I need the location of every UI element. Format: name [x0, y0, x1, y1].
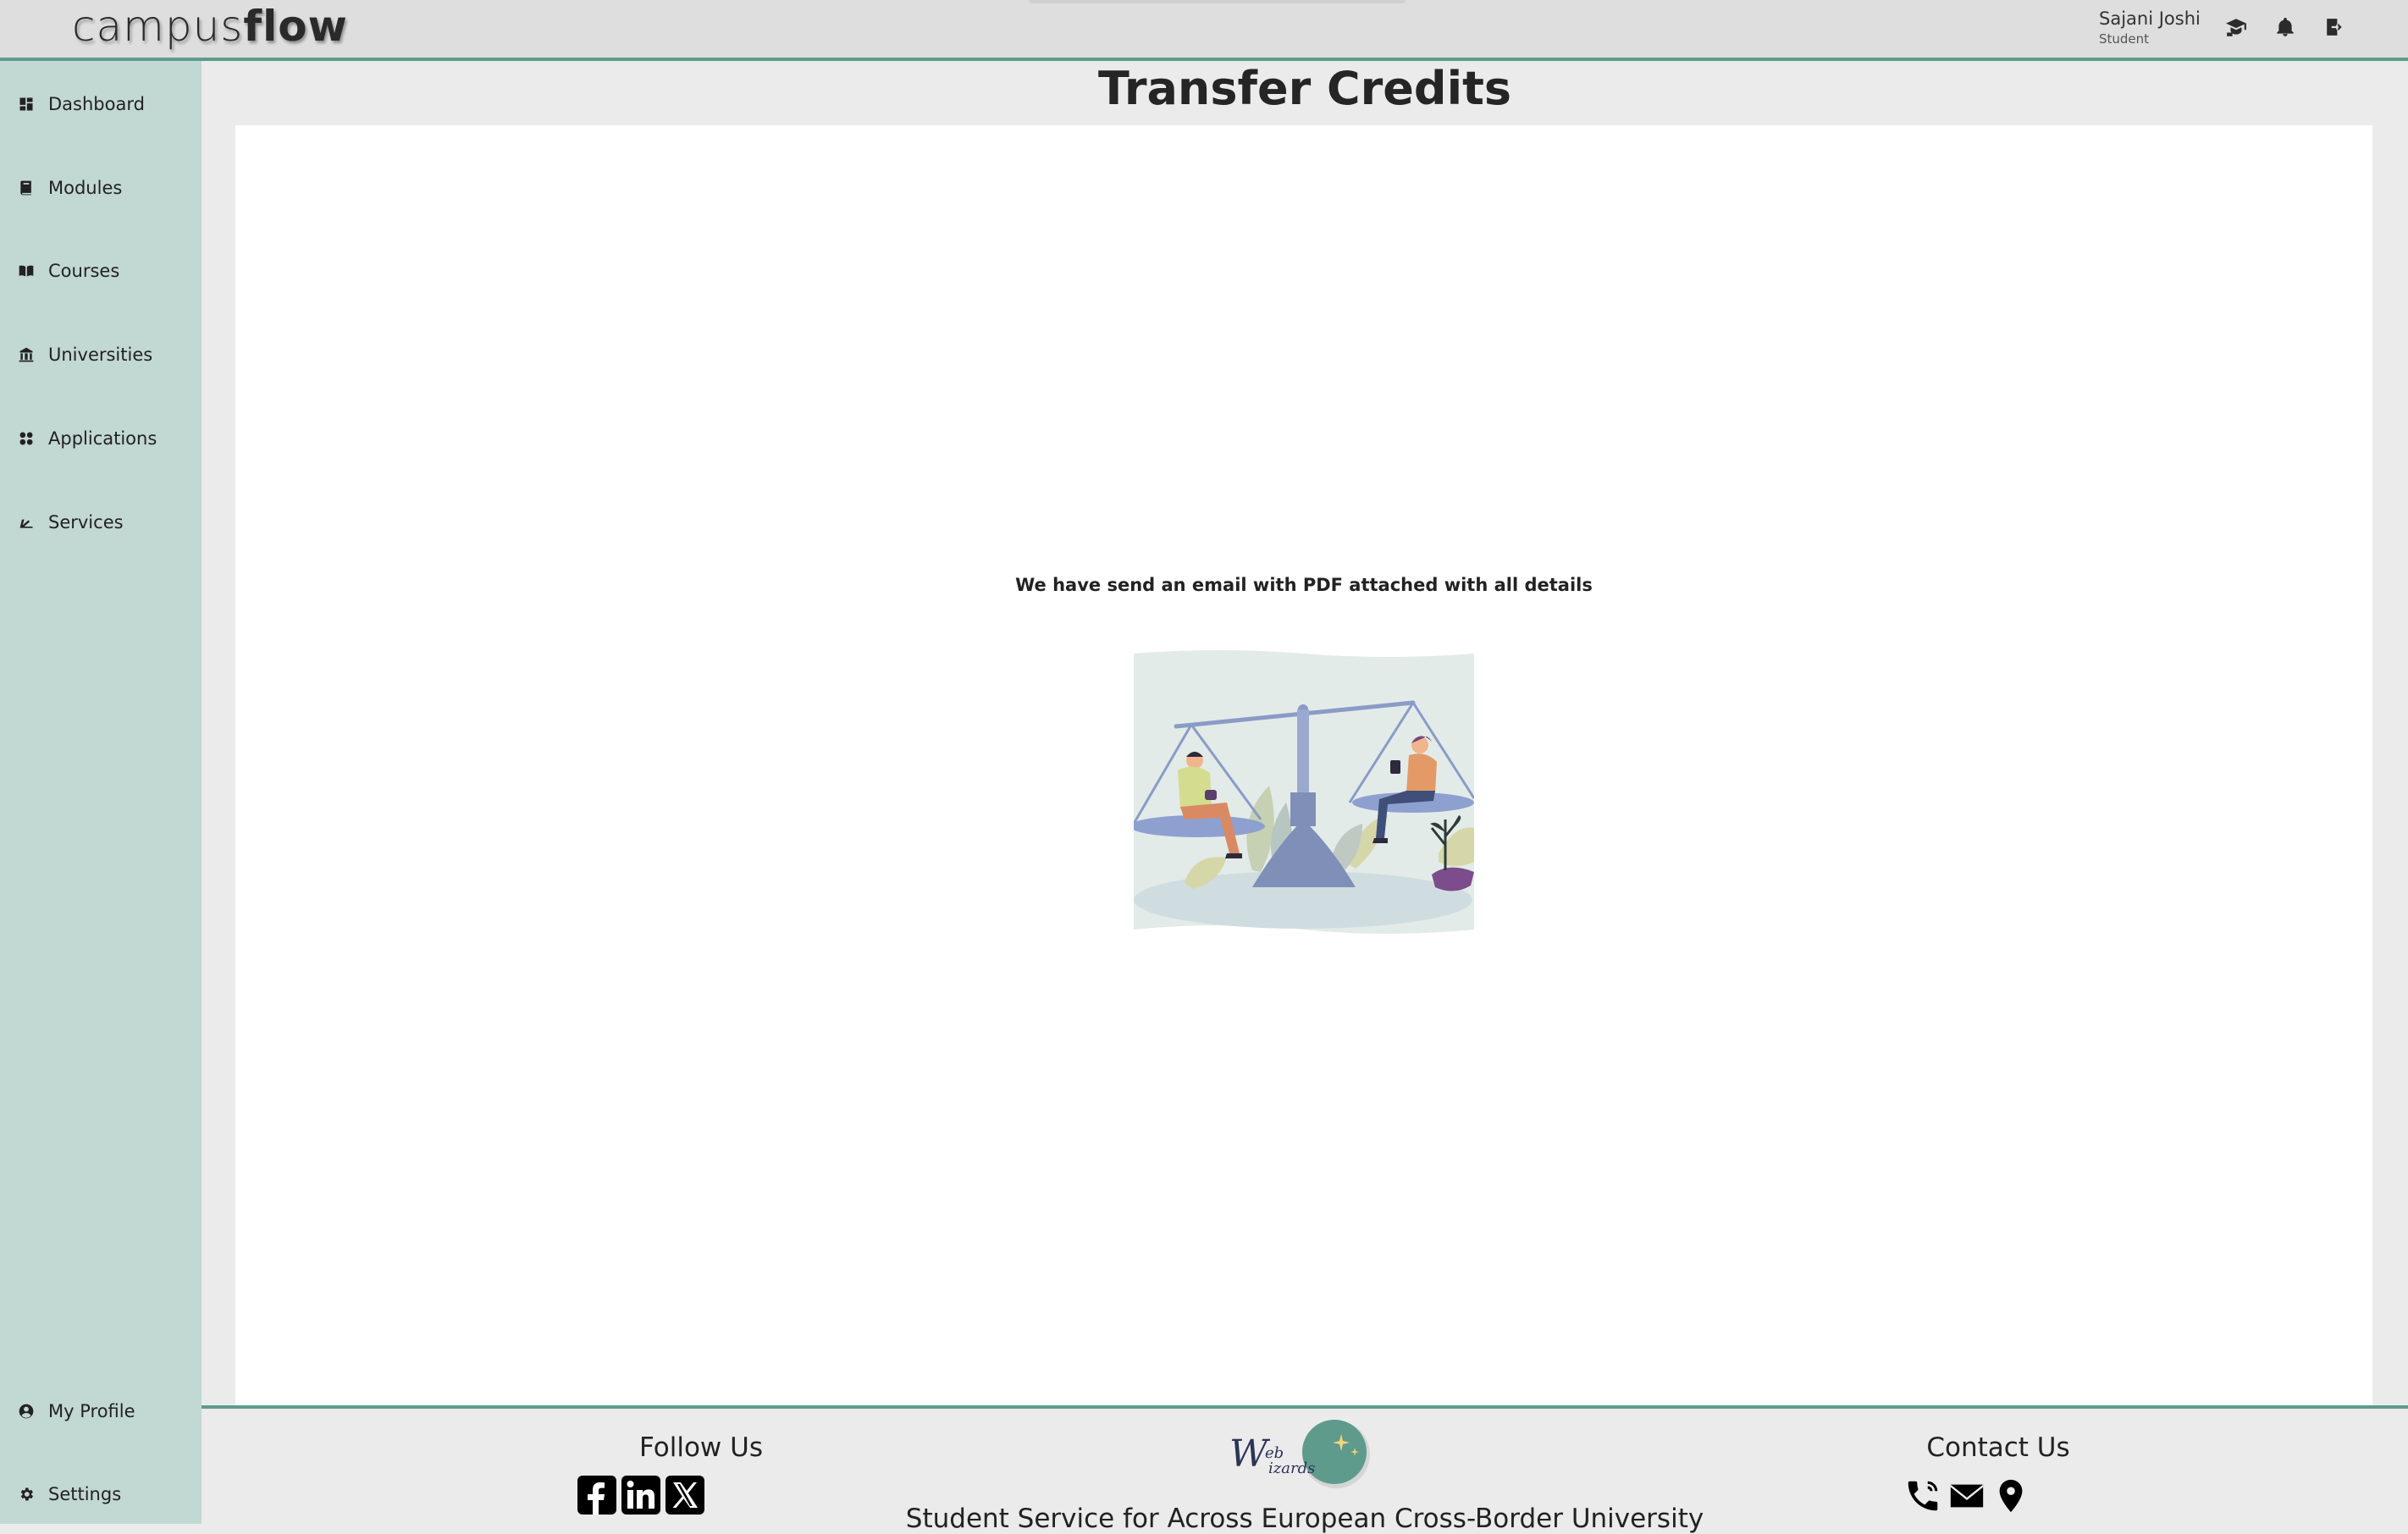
svg-text:izards: izards [1268, 1460, 1315, 1477]
services-icon [17, 513, 36, 532]
sidebar: Dashboard Modules Courses Universities A… [0, 61, 202, 1524]
follow-us-title: Follow Us [639, 1432, 763, 1463]
logo-text-light: campus [72, 2, 244, 51]
sidebar-item-modules[interactable]: Modules [0, 167, 202, 209]
user-circle-icon [17, 1402, 36, 1421]
logo-text-bold: flow [243, 2, 348, 51]
sidebar-item-label: Universities [48, 345, 153, 365]
sidebar-item-settings[interactable]: Settings [0, 1473, 202, 1515]
user-info[interactable]: Sajani Joshi Student [2099, 10, 2201, 46]
user-name: Sajani Joshi [2099, 8, 2201, 29]
logout-icon[interactable] [2322, 15, 2346, 39]
sidebar-item-my-profile[interactable]: My Profile [0, 1390, 202, 1432]
sidebar-item-dashboard[interactable]: Dashboard [0, 83, 202, 125]
phone-icon[interactable] [1903, 1476, 1942, 1515]
mail-icon[interactable] [1947, 1476, 1986, 1515]
web-wizards-logo: W eb izards [1228, 1415, 1372, 1492]
campusflow-logo[interactable]: campusflow [72, 2, 348, 51]
balance-scale-illustration [1134, 650, 1474, 934]
contact-us-title: Contact Us [1926, 1432, 2070, 1463]
sidebar-item-label: Applications [48, 428, 157, 449]
dashboard-icon [17, 95, 36, 113]
footer: Follow Us W eb izards Student Service fo… [202, 1405, 2408, 1534]
sidebar-item-label: My Profile [48, 1401, 135, 1421]
footer-tagline: Student Service for Across European Cros… [905, 1504, 1704, 1534]
gear-icon [17, 1485, 36, 1504]
bell-icon[interactable] [2273, 15, 2297, 39]
sidebar-item-universities[interactable]: Universities [0, 334, 202, 376]
location-pin-icon[interactable] [1991, 1476, 2030, 1515]
sidebar-item-label: Settings [48, 1484, 122, 1504]
apps-icon [17, 429, 36, 448]
sidebar-item-label: Services [48, 512, 124, 532]
page-title: Transfer Credits [1097, 62, 1512, 115]
top-notch [1029, 0, 1406, 3]
open-book-icon [17, 262, 36, 280]
university-icon [17, 345, 36, 364]
sidebar-item-label: Modules [48, 178, 123, 198]
sidebar-item-services[interactable]: Services [0, 501, 202, 544]
sidebar-item-label: Courses [48, 261, 120, 281]
confirmation-message: We have send an email with PDF attached … [1015, 575, 1593, 595]
top-bar: campusflow Sajani Joshi Student [0, 0, 2408, 61]
sidebar-item-courses[interactable]: Courses [0, 250, 202, 292]
user-role: Student [2099, 31, 2150, 47]
sidebar-item-label: Dashboard [48, 94, 145, 114]
graduation-cap-icon[interactable] [2224, 15, 2248, 39]
content-card: We have send an email with PDF attached … [235, 125, 2372, 1405]
sidebar-item-applications[interactable]: Applications [0, 417, 202, 460]
book-icon [17, 179, 36, 197]
